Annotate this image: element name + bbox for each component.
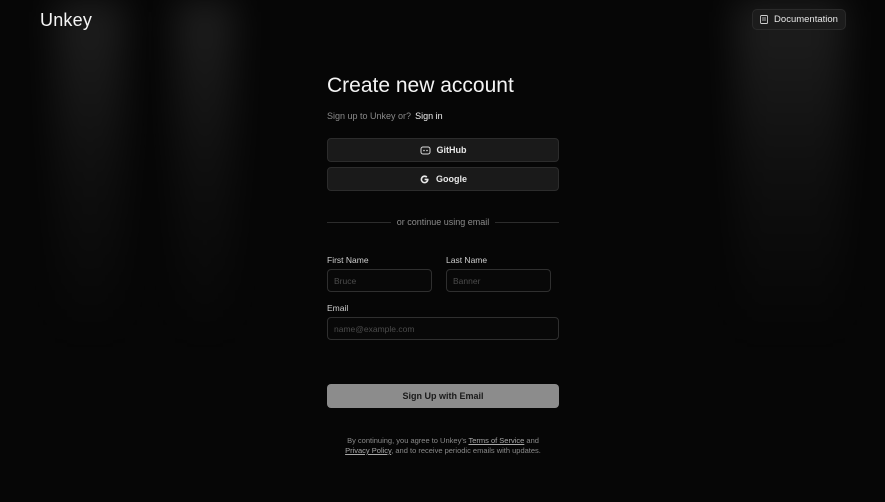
divider-line-left bbox=[327, 221, 391, 223]
signup-subtitle: Sign up to Unkey or? Sign in bbox=[327, 111, 443, 121]
divider-text: or continue using email bbox=[396, 217, 490, 227]
terms-of-service-link[interactable]: Terms of Service bbox=[468, 436, 524, 445]
email-divider: or continue using email bbox=[327, 216, 559, 228]
sign-in-link[interactable]: Sign in bbox=[415, 111, 443, 121]
background-beam-right-1 bbox=[735, 0, 845, 502]
terms-suffix: , and to receive periodic emails with up… bbox=[391, 446, 541, 455]
github-icon bbox=[420, 145, 431, 156]
email-field[interactable] bbox=[327, 317, 559, 340]
github-label: GitHub bbox=[436, 145, 467, 155]
google-button[interactable]: Google bbox=[327, 167, 559, 191]
terms-notice: By continuing, you agree to Unkey's Term… bbox=[307, 436, 579, 456]
google-icon bbox=[419, 174, 430, 185]
email-label: Email bbox=[327, 303, 349, 313]
page-title: Create new account bbox=[327, 74, 514, 97]
sign-up-email-button[interactable]: Sign Up with Email bbox=[327, 384, 559, 408]
first-name-label: First Name bbox=[327, 255, 369, 265]
documentation-button[interactable]: Documentation bbox=[752, 9, 846, 30]
privacy-policy-link[interactable]: Privacy Policy bbox=[345, 446, 391, 455]
github-button[interactable]: GitHub bbox=[327, 138, 559, 162]
divider-line-right bbox=[495, 221, 559, 223]
unkey-logo[interactable]: Unkey bbox=[40, 10, 92, 31]
terms-prefix: By continuing, you agree to Unkey's bbox=[347, 436, 467, 445]
subtitle-text: Sign up to Unkey or? bbox=[327, 111, 412, 121]
background-beam-left-1 bbox=[55, 0, 125, 502]
terms-and: and bbox=[526, 436, 539, 445]
google-label: Google bbox=[436, 174, 467, 184]
last-name-field[interactable] bbox=[446, 269, 551, 292]
last-name-label: Last Name bbox=[446, 255, 488, 265]
book-icon bbox=[760, 15, 768, 24]
first-name-field[interactable] bbox=[327, 269, 432, 292]
documentation-label: Documentation bbox=[774, 14, 838, 25]
background-beam-left-2 bbox=[175, 0, 235, 502]
